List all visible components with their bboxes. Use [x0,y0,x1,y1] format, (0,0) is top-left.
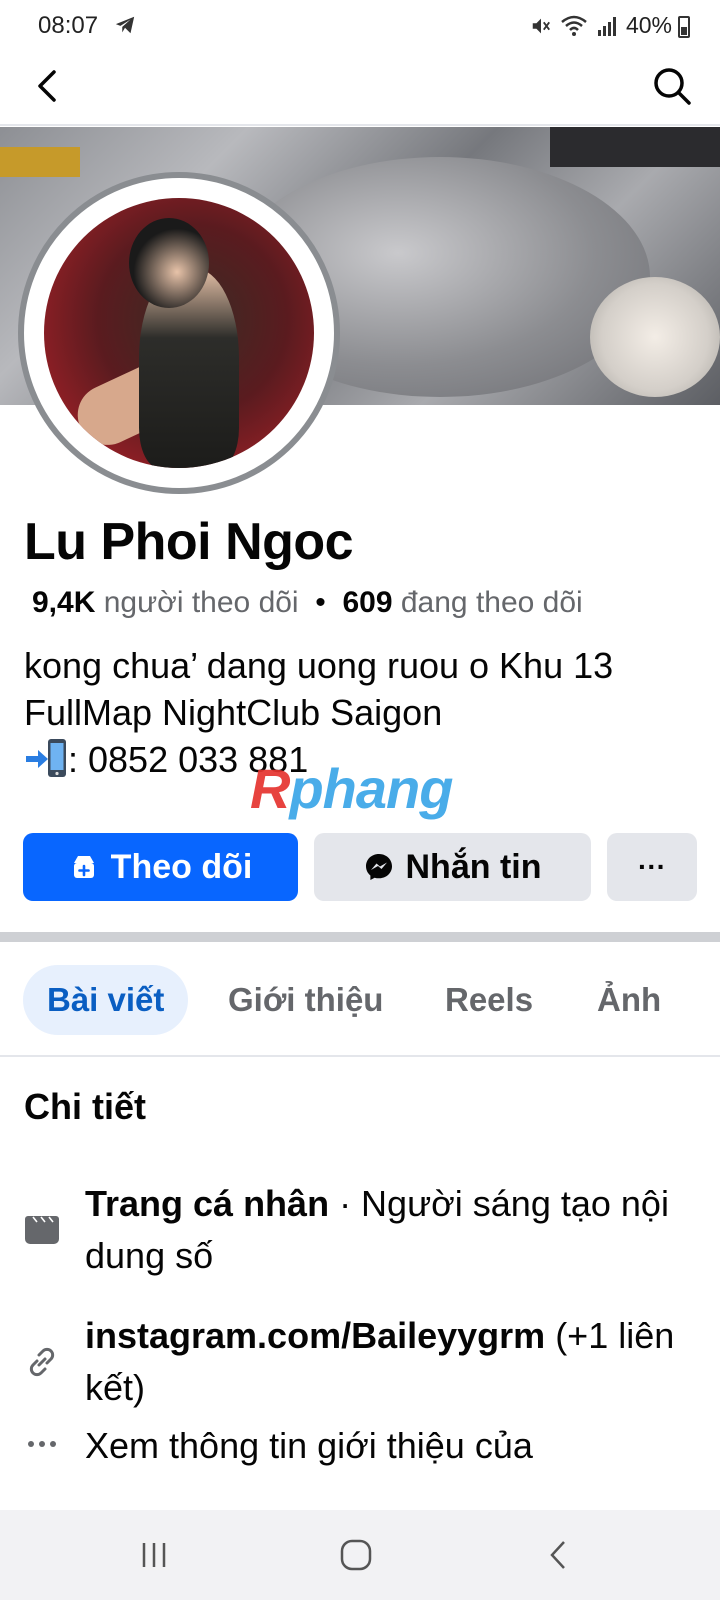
messenger-icon [365,854,392,880]
follow-icon [73,856,94,878]
tab-photos[interactable]: Ảnh [597,965,661,1035]
profile-tabs: Bài viết Giới thiệu Reels Ảnh [0,965,720,1035]
stats-separator: • [315,586,326,619]
link-url[interactable]: instagram.com/Baileyygrm [85,1315,545,1356]
top-nav [0,52,720,126]
recent-apps-icon [142,1543,166,1567]
home-icon [340,1539,372,1571]
bio-line: kong chua’ dang uong ruou o Khu 13 [24,645,614,686]
followers-count[interactable]: 9,4K [32,586,95,619]
tab-about[interactable]: Giới thiệu [228,965,383,1035]
page-icon [25,1216,59,1244]
bio-line: FullMap NightClub Saigon [24,692,443,733]
watermark-logo: Rphang [250,757,453,820]
search-icon[interactable] [650,64,694,108]
message-label: Nhắn tin [405,847,542,886]
status-indicators: 40% [530,12,672,39]
battery-percent: 40% [625,12,672,38]
status-time: 08:07 [38,12,99,39]
recent-apps-button[interactable] [124,1530,184,1580]
section-divider [0,932,720,942]
phone-icon [26,739,66,777]
tab-posts[interactable]: Bài viết [23,965,189,1035]
avatar [44,198,314,468]
page-type-bold: Trang cá nhân [85,1183,330,1224]
profile-name: Lu Phoi Ngoc [24,513,354,571]
nav-back-icon [550,1541,565,1569]
home-button[interactable] [326,1530,386,1580]
tab-divider [0,1055,720,1057]
link-icon [29,1347,55,1377]
more-dots-icon [28,1441,56,1447]
details-title: Chi tiết [24,1086,146,1127]
followers-label[interactable]: người theo dõi [104,586,299,619]
signal-icon [597,16,616,36]
tab-reels[interactable]: Reels [445,965,533,1035]
follow-button[interactable]: Theo dõi [23,833,298,901]
follow-label: Theo dõi [110,847,253,886]
system-nav-bar [0,1510,720,1600]
more-dots-icon: ··· [638,851,666,882]
more-options-button[interactable]: ··· [607,833,697,901]
profile-stats: 9,4K người theo dõi • 609 đang theo dõi [32,586,583,620]
chevron-left-icon[interactable] [26,64,70,108]
following-label[interactable]: đang theo dõi [401,586,583,619]
following-count[interactable]: 609 [342,586,392,619]
mute-icon [532,18,550,33]
back-button[interactable] [528,1530,588,1580]
status-bar: 08:07 40% [0,0,720,52]
more-info-text: Xem thông tin giới thiệu của [85,1425,533,1466]
wifi-icon [561,15,587,36]
profile-picture[interactable] [18,172,340,494]
battery-icon [678,16,690,38]
telegram-icon [115,16,135,34]
message-button[interactable]: Nhắn tin [314,833,591,901]
